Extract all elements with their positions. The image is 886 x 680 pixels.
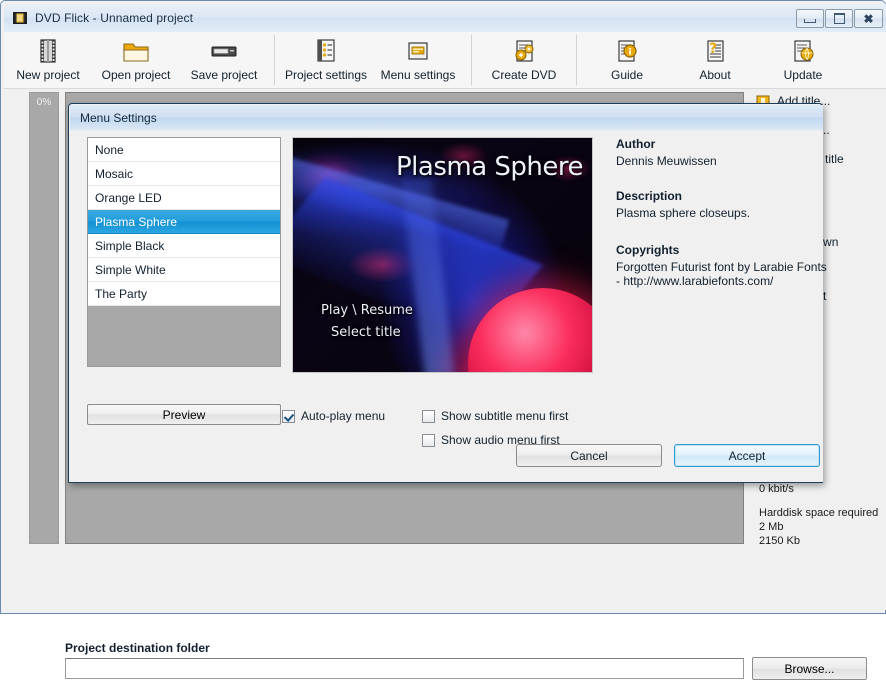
dvd-flick-app-icon (12, 10, 28, 26)
window-titlebar[interactable]: DVD Flick - Unnamed project ✖ (4, 4, 886, 32)
window-frame: DVD Flick - Unnamed project ✖ (4, 4, 882, 610)
copyrights-line-1: Forgotten Futurist font by Larabie Fonts (616, 260, 828, 274)
minimize-button[interactable] (796, 9, 824, 28)
cancel-button[interactable]: Cancel (516, 444, 662, 467)
application-window: DVD Flick - Unnamed project ✖ (0, 0, 886, 614)
show-subtitle-menu-checkbox-row[interactable]: Show subtitle menu first (422, 409, 568, 423)
browse-button[interactable]: Browse... (752, 657, 867, 680)
menu-card-icon (402, 35, 434, 67)
list-item[interactable]: Mosaic (88, 162, 280, 186)
show-subtitle-menu-label: Show subtitle menu first (441, 409, 568, 423)
list-item[interactable]: Orange LED (88, 186, 280, 210)
checkbox-icon[interactable] (422, 434, 435, 447)
preview-menu-play: Play \ Resume (321, 300, 413, 322)
document-settings-icon (310, 35, 342, 67)
film-strip-icon (32, 35, 64, 67)
maximize-icon (834, 13, 845, 24)
bitrate-value: 0 kbit/s (759, 482, 884, 496)
harddisk-space-value: 2 Mb (759, 520, 884, 534)
harddisk-space-value-kb: 2150 Kb (759, 534, 884, 548)
copyrights-line-2: - http://www.larabiefonts.com/ (616, 274, 828, 288)
minimize-icon (804, 19, 816, 23)
preview-menu-select-title: Select title (331, 322, 413, 344)
toolbar-label: Project settings (285, 68, 367, 82)
list-item[interactable]: Simple Black (88, 234, 280, 258)
list-item-selected[interactable]: Plasma Sphere (88, 210, 280, 234)
toolbar-new-project[interactable]: New project (4, 32, 92, 88)
toolbar-about[interactable]: ? About (671, 32, 759, 88)
project-stats: 0 kbit/s Harddisk space required 2 Mb 21… (759, 482, 884, 548)
toolbar-separator (274, 35, 275, 85)
menu-settings-dialog: Menu Settings None Mosaic Orange LED Pla… (68, 103, 823, 483)
dialog-titlebar[interactable]: Menu Settings (70, 105, 823, 130)
gears-document-icon (508, 35, 540, 67)
floppy-drive-icon (208, 35, 240, 67)
destination-folder-label: Project destination folder (65, 641, 210, 655)
harddisk-space-label: Harddisk space required (759, 506, 884, 520)
checkbox-icon[interactable] (422, 410, 435, 423)
toolbar-label: Update (784, 68, 823, 82)
copyrights-label: Copyrights (616, 243, 828, 257)
preview-menu-items: Play \ Resume Select title (321, 300, 413, 344)
destination-folder-input[interactable] (65, 658, 744, 679)
toolbar-create-dvd[interactable]: Create DVD (478, 32, 570, 88)
toolbar-separator (471, 35, 472, 85)
toolbar-label: New project (16, 68, 79, 82)
close-icon: ✖ (863, 13, 873, 25)
window-title: DVD Flick - Unnamed project (35, 11, 193, 25)
auto-play-menu-label: Auto-play menu (301, 409, 385, 423)
toolbar-label: Create DVD (492, 68, 557, 82)
toolbar-guide[interactable]: Guide (583, 32, 671, 88)
list-item[interactable]: None (88, 138, 280, 162)
preview-button[interactable]: Preview (87, 404, 281, 425)
toolbar-project-settings[interactable]: Project settings (281, 32, 371, 88)
open-folder-icon (120, 35, 152, 67)
theme-listbox[interactable]: None Mosaic Orange LED Plasma Sphere Sim… (87, 137, 281, 367)
checkbox-icon-checked[interactable] (282, 410, 295, 423)
author-label: Author (616, 137, 828, 151)
dialog-body: None Mosaic Orange LED Plasma Sphere Sim… (70, 130, 823, 482)
close-button[interactable]: ✖ (854, 9, 883, 28)
progress-percent-label: 0% (37, 97, 51, 543)
theme-metadata: Author Dennis Meuwissen Description Plas… (616, 137, 828, 288)
author-value: Dennis Meuwissen (616, 154, 828, 169)
toolbar-open-project[interactable]: Open project (92, 32, 180, 88)
auto-play-menu-checkbox-row[interactable]: Auto-play menu (282, 409, 385, 423)
toolbar-update[interactable]: Update (759, 32, 847, 88)
description-value: Plasma sphere closeups. (616, 206, 828, 221)
main-toolbar: New project Open project (4, 32, 886, 89)
description-label: Description (616, 189, 828, 203)
toolbar-label: About (699, 68, 730, 82)
list-item[interactable]: The Party (88, 282, 280, 306)
toolbar-menu-settings[interactable]: Menu settings (371, 32, 465, 88)
question-document-icon: ? (699, 35, 731, 67)
toolbar-label: Menu settings (381, 68, 456, 82)
encode-progress-bar: 0% (29, 92, 59, 544)
info-document-icon (611, 35, 643, 67)
toolbar-save-project[interactable]: Save project (180, 32, 268, 88)
maximize-button[interactable] (825, 9, 853, 28)
toolbar-label: Guide (611, 68, 643, 82)
toolbar-label: Open project (102, 68, 171, 82)
svg-text:?: ? (709, 41, 717, 57)
theme-preview-image: Plasma Sphere Play \ Resume Select title (292, 137, 593, 373)
preview-title-text: Plasma Sphere (396, 152, 583, 182)
toolbar-label: Save project (191, 68, 258, 82)
list-item[interactable]: Simple White (88, 258, 280, 282)
globe-document-icon (787, 35, 819, 67)
accept-button[interactable]: Accept (674, 444, 820, 467)
toolbar-separator (576, 35, 577, 85)
dialog-title: Menu Settings (80, 111, 157, 125)
window-controls: ✖ (796, 9, 883, 28)
